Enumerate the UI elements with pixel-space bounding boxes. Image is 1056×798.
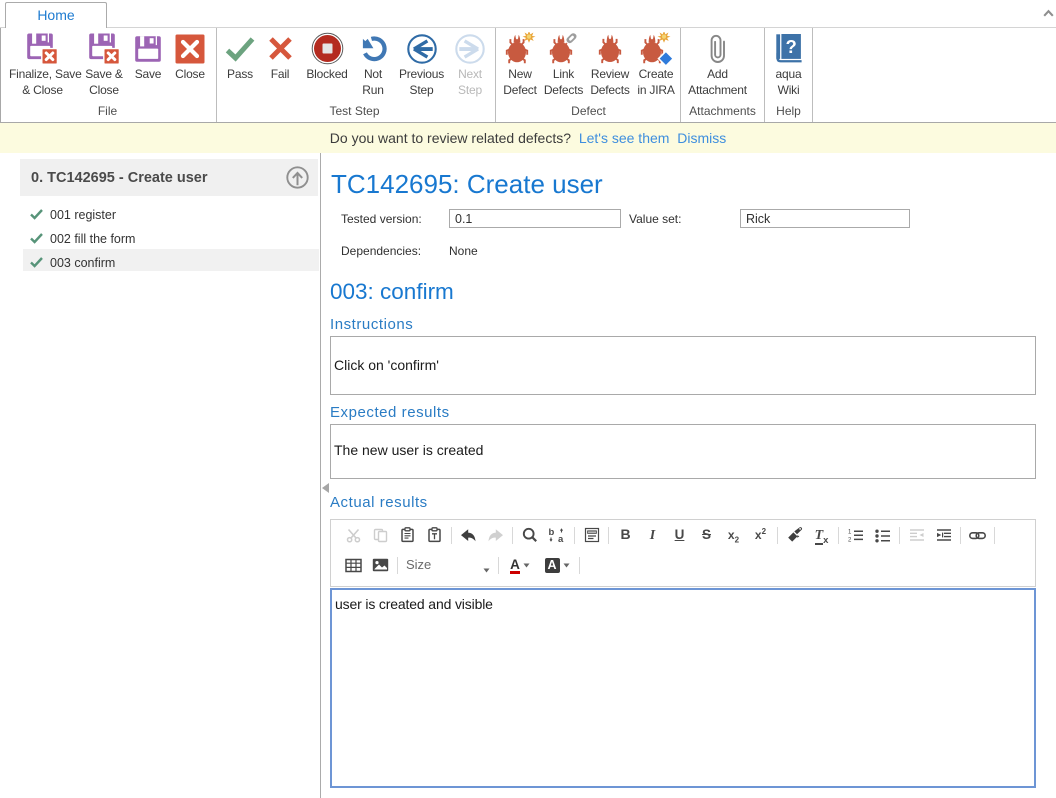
svg-text:?: ? (785, 36, 796, 57)
svg-text:a: a (558, 534, 564, 543)
svg-text:2: 2 (848, 537, 852, 543)
svg-text:1: 1 (848, 529, 852, 535)
svg-text:b: b (549, 527, 555, 538)
